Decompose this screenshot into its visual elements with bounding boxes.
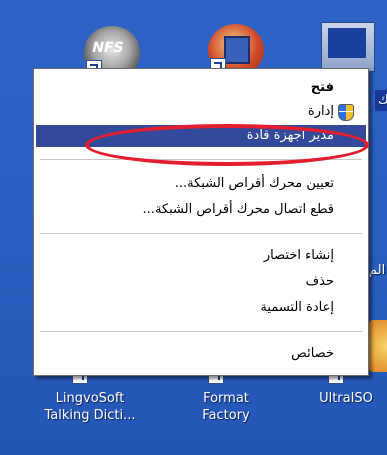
desktop-icon-label-partial[interactable]: الم [369,262,385,279]
menu-item-label: خصائص [291,346,334,361]
icon-label-line1: UltraISO [319,391,373,406]
menu-item-delete[interactable]: حذف [36,271,366,293]
desktop-icon-label-partial[interactable]: الك [375,90,387,111]
menu-item-rename[interactable]: إعادة التسمية [36,297,366,319]
icon-label-line1: LingvoSoft [55,391,125,406]
menu-item-label: قطع اتصال محرك أقراص الشبكة... [142,202,334,217]
menu-item-label: فتح [310,80,334,95]
menu-item-manage[interactable]: إدارة [36,101,366,123]
menu-item-open[interactable]: فتح [36,77,366,99]
menu-item-map-network-drive[interactable]: تعيين محرك أقراص الشبكة... [36,173,366,195]
icon-label-line2: Talking Dicti... [44,408,136,423]
computer-icon [321,22,375,72]
menu-separator [40,331,362,333]
menu-item-label: حذف [305,274,334,289]
icon-label-line2: Factory [202,408,250,423]
menu-item-label: تعيين محرك أقراص الشبكة... [174,176,334,191]
shield-icon [338,104,354,121]
menu-item-properties[interactable]: خصائص [36,343,366,365]
menu-item-label: إدارة [307,104,334,119]
menu-separator [40,233,362,235]
icon-label-line1: Format [203,391,249,406]
menu-item-label: إعادة التسمية [260,300,334,315]
highlight-ellipse-annotation [85,124,369,166]
menu-item-create-shortcut[interactable]: إنشاء اختصار [36,245,366,267]
menu-item-disconnect-network-drive[interactable]: قطع اتصال محرك أقراص الشبكة... [36,199,366,221]
context-menu: فتح إدارة مدير اجهزة قادة تعيين محرك أقر… [33,68,369,376]
nfs-badge-text: NFS [90,40,126,56]
menu-item-label: إنشاء اختصار [263,248,334,263]
